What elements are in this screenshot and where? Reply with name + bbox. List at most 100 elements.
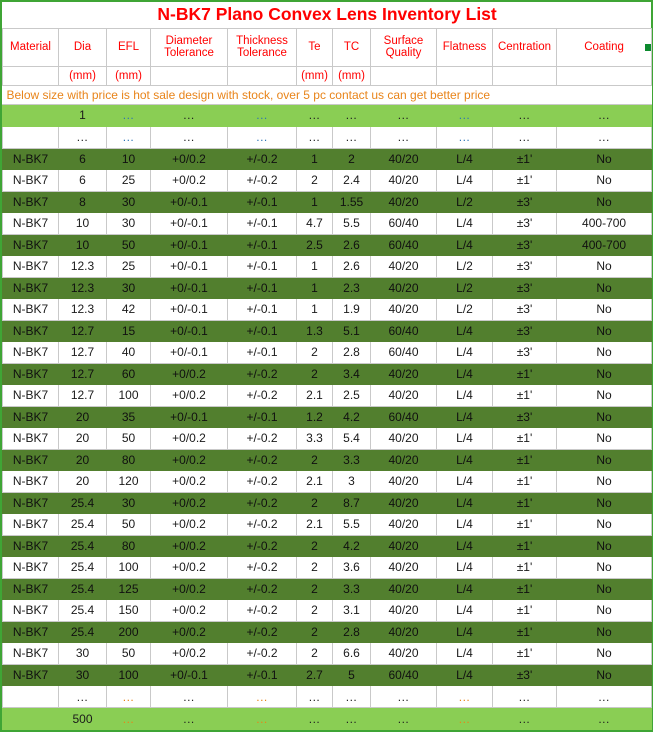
cell-efl[interactable]: 42 [106, 298, 151, 321]
cell-coating[interactable]: No [555, 362, 653, 385]
cell-te[interactable]: 2 [296, 599, 333, 622]
cell-diameter-tolerance[interactable]: +0/0.2 [150, 534, 228, 557]
cell-dia[interactable]: 10 [58, 212, 107, 235]
cell-thickness-tolerance[interactable]: +/-0.2 [227, 169, 297, 192]
cell-dia[interactable]: 12.7 [58, 362, 107, 385]
cell-efl[interactable]: 35 [106, 405, 151, 428]
cell-flatness[interactable]: L/4 [436, 470, 493, 493]
cell-te[interactable]: 1 [296, 255, 333, 278]
cell-coating[interactable]: No [555, 384, 653, 407]
cell-centration[interactable]: ±3' [492, 255, 557, 278]
cell-te[interactable]: 2 [296, 362, 333, 385]
cell-material[interactable]: N-BK7 [2, 147, 59, 170]
cell-coating[interactable]: No [555, 642, 653, 665]
cell-flatness[interactable]: L/2 [436, 255, 493, 278]
cell-efl[interactable]: 25 [106, 255, 151, 278]
cell-surface-quality[interactable]: 40/20 [370, 427, 437, 450]
cell-te[interactable]: 2.1 [296, 470, 333, 493]
cell-thickness-tolerance[interactable]: +/-0.2 [227, 577, 297, 600]
cell-diameter-tolerance[interactable]: +0/-0.1 [150, 341, 228, 364]
cell-dia[interactable]: 12.7 [58, 384, 107, 407]
cell-material[interactable]: N-BK7 [2, 341, 59, 364]
cell-centration[interactable]: ±3' [492, 190, 557, 213]
cell-efl[interactable]: 30 [106, 212, 151, 235]
cell-tc[interactable]: 5.5 [332, 513, 371, 536]
cell-material[interactable]: N-BK7 [2, 513, 59, 536]
cell-dia[interactable]: 20 [58, 427, 107, 450]
cell-coating[interactable]: 400-700 [555, 212, 653, 235]
cell-diameter-tolerance[interactable]: +0/0.2 [150, 556, 228, 579]
cell-tc[interactable]: 3.1 [332, 599, 371, 622]
cell-efl[interactable]: 200 [106, 620, 151, 643]
cell-surface-quality[interactable]: 40/20 [370, 169, 437, 192]
cell-te[interactable]: 1 [296, 276, 333, 299]
table-row[interactable]: N-BK7 25.4 150 +0/0.2 +/-0.2 2 3.1 40/20 L/4 ±1' N… [2, 599, 653, 622]
cell-material[interactable]: N-BK7 [2, 427, 59, 450]
cell-material[interactable]: N-BK7 [2, 577, 59, 600]
cell-diameter-tolerance[interactable]: +0/-0.1 [150, 212, 228, 235]
cell-dia[interactable]: 6 [58, 169, 107, 192]
cell-te[interactable]: 1.2 [296, 405, 333, 428]
cell-thickness-tolerance[interactable]: +/-0.2 [227, 534, 297, 557]
cell-efl[interactable]: 15 [106, 319, 151, 342]
table-row[interactable]: N-BK7 25.4 80 +0/0.2 +/-0.2 2 4.2 40/20 L/4 ±1' No [2, 534, 653, 557]
cell-dia[interactable]: 30 [58, 663, 107, 686]
cell-diameter-tolerance[interactable]: +0/0.2 [150, 470, 228, 493]
cell-diameter-tolerance[interactable]: +0/0.2 [150, 147, 228, 170]
cell-te[interactable]: 2 [296, 556, 333, 579]
cell-surface-quality[interactable]: 40/20 [370, 190, 437, 213]
table-row[interactable]: N-BK7 8 30 +0/-0.1 +/-0.1 1 1.55 40/20 L/2 ±3' No [2, 190, 653, 213]
cell-tc[interactable]: 1.9 [332, 298, 371, 321]
cell-thickness-tolerance[interactable]: +/-0.2 [227, 427, 297, 450]
table-row[interactable]: N-BK7 12.3 42 +0/-0.1 +/-0.1 1 1.9 40/20 L/2 ±3' N… [2, 298, 653, 321]
cell-diameter-tolerance[interactable]: +0/0.2 [150, 169, 228, 192]
cell-centration[interactable]: ±1' [492, 470, 557, 493]
cell-diameter-tolerance[interactable]: +0/-0.1 [150, 319, 228, 342]
cell-material[interactable]: N-BK7 [2, 642, 59, 665]
cell-diameter-tolerance[interactable]: +0/-0.1 [150, 233, 228, 256]
cell-material[interactable]: N-BK7 [2, 276, 59, 299]
cell-thickness-tolerance[interactable]: +/-0.1 [227, 276, 297, 299]
cell-dia[interactable]: 25.4 [58, 491, 107, 514]
cell-efl[interactable]: 80 [106, 448, 151, 471]
cell-te[interactable]: 1 [296, 147, 333, 170]
table-row[interactable]: N-BK7 10 50 +0/-0.1 +/-0.1 2.5 2.6 60/40 L/4 ±3' 4… [2, 233, 653, 256]
cell-flatness[interactable]: L/4 [436, 599, 493, 622]
cell-thickness-tolerance[interactable]: +/-0.2 [227, 642, 297, 665]
cell-tc[interactable]: 2 [332, 147, 371, 170]
cell-surface-quality[interactable]: 40/20 [370, 147, 437, 170]
cell-diameter-tolerance[interactable]: +0/0.2 [150, 384, 228, 407]
cell-efl[interactable]: 50 [106, 642, 151, 665]
cell-tc[interactable]: 3 [332, 470, 371, 493]
table-row[interactable]: N-BK7 30 100 +0/-0.1 +/-0.1 2.7 5 60/40 L/4 ±3' No [2, 663, 653, 686]
table-row[interactable]: N-BK7 12.7 100 +0/0.2 +/-0.2 2.1 2.5 40/20 L/4 ±1… [2, 384, 653, 407]
cell-flatness[interactable]: L/4 [436, 491, 493, 514]
cell-centration[interactable]: ±3' [492, 233, 557, 256]
cell-efl[interactable]: 25 [106, 169, 151, 192]
cell-tc[interactable]: 8.7 [332, 491, 371, 514]
cell-material[interactable]: N-BK7 [2, 534, 59, 557]
cell-coating[interactable]: No [555, 405, 653, 428]
cell-te[interactable]: 2.1 [296, 384, 333, 407]
cell-dia[interactable]: 20 [58, 470, 107, 493]
cell-efl[interactable]: 80 [106, 534, 151, 557]
cell-surface-quality[interactable]: 40/20 [370, 384, 437, 407]
table-row[interactable]: N-BK7 20 35 +0/-0.1 +/-0.1 1.2 4.2 60/40 L/4 ±3' N… [2, 405, 653, 428]
cell-flatness[interactable]: L/4 [436, 642, 493, 665]
cell-surface-quality[interactable]: 40/20 [370, 556, 437, 579]
cell-flatness[interactable]: L/4 [436, 620, 493, 643]
cell-te[interactable]: 2.7 [296, 663, 333, 686]
cell-diameter-tolerance[interactable]: +0/-0.1 [150, 298, 228, 321]
cell-thickness-tolerance[interactable]: +/-0.1 [227, 212, 297, 235]
cell-flatness[interactable]: L/2 [436, 190, 493, 213]
cell-dia[interactable]: 12.7 [58, 319, 107, 342]
cell-dia[interactable]: 12.3 [58, 255, 107, 278]
cell-tc[interactable]: 5.5 [332, 212, 371, 235]
cell-flatness[interactable]: L/4 [436, 212, 493, 235]
cell-surface-quality[interactable]: 40/20 [370, 577, 437, 600]
cell-surface-quality[interactable]: 40/20 [370, 620, 437, 643]
cell-te[interactable]: 2.5 [296, 233, 333, 256]
cell-diameter-tolerance[interactable]: +0/0.2 [150, 599, 228, 622]
cell-coating[interactable]: No [555, 491, 653, 514]
cell-diameter-tolerance[interactable]: +0/-0.1 [150, 663, 228, 686]
